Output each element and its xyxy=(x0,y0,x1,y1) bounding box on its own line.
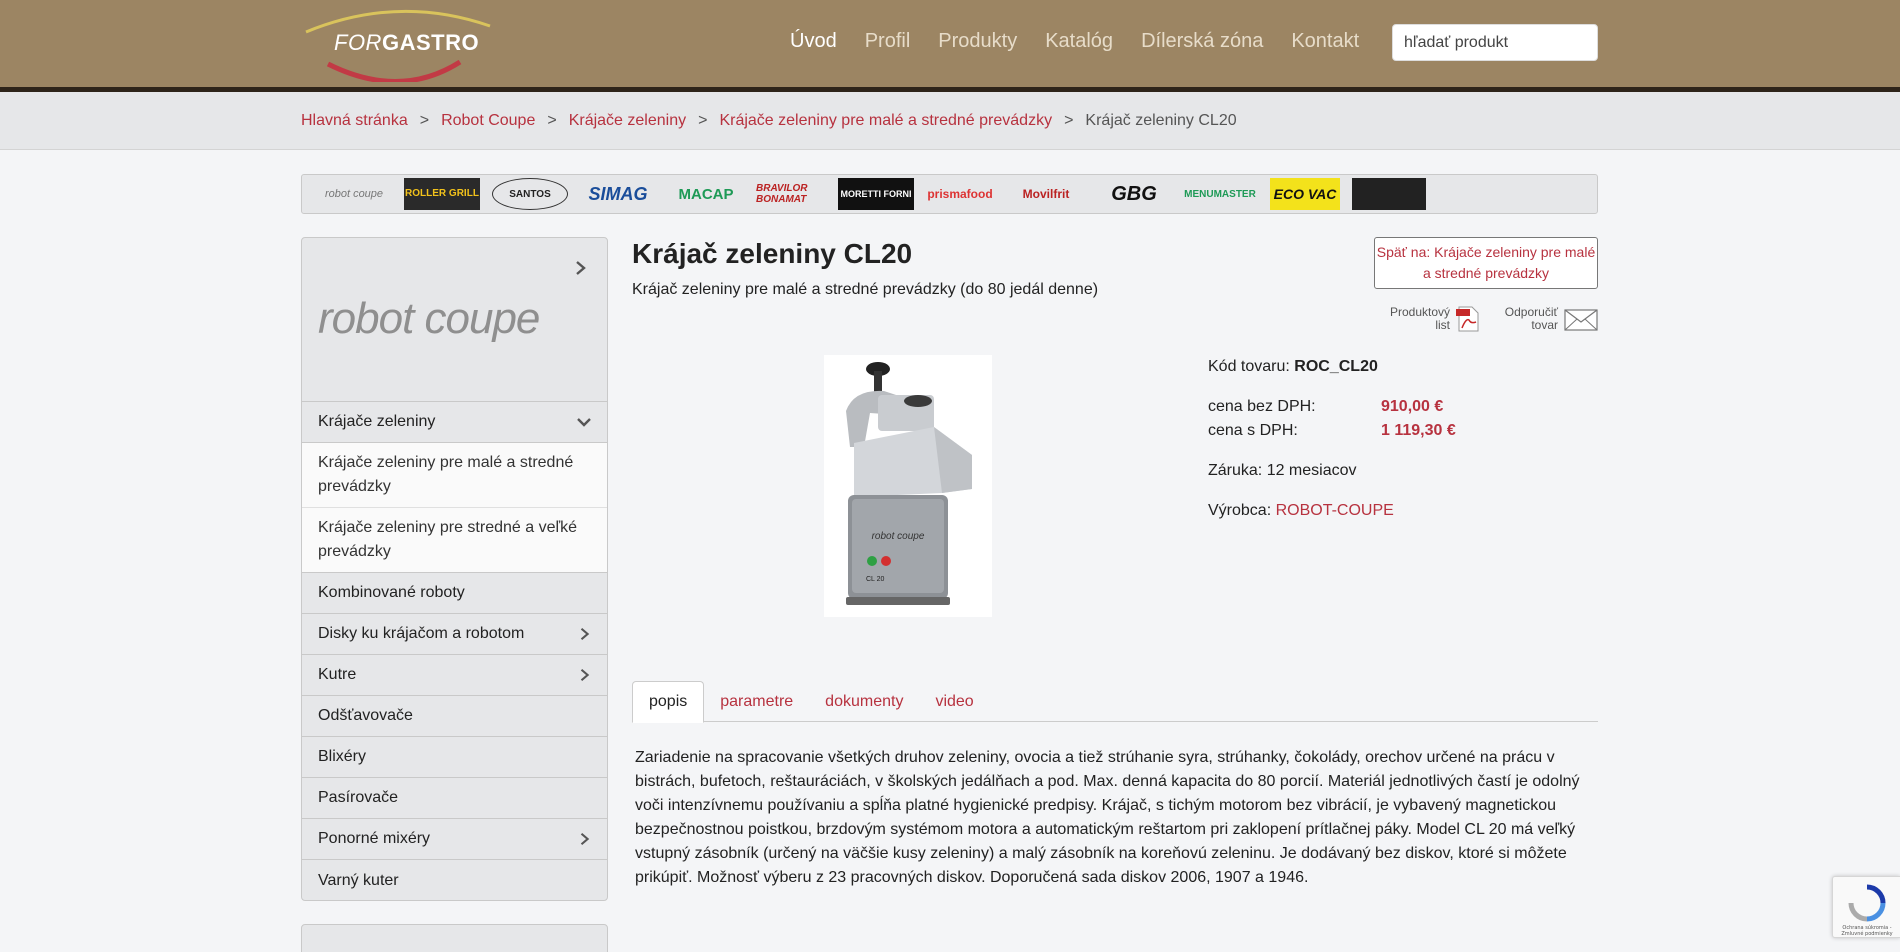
brand-ecovac[interactable]: ECO VAC xyxy=(1270,178,1340,210)
brand-robot-coupe[interactable]: robot coupe xyxy=(316,178,392,210)
sidebar-item-ponorne-mixery[interactable]: Ponorné mixéry xyxy=(302,819,607,860)
price-net-value: 910,00 € xyxy=(1381,398,1444,415)
vegetable-cutter-illustration: robot coupe CL 20 xyxy=(846,362,972,605)
nav-katalog[interactable]: Katalóg xyxy=(1045,30,1113,53)
breadcrumb-current: Krájač zeleniny CL20 xyxy=(1085,112,1237,129)
forgastro-logo[interactable]: FORGASTRO xyxy=(300,4,496,84)
breadcrumb-home[interactable]: Hlavná stránka xyxy=(301,112,408,130)
brand-bravilor[interactable]: BRAVILOR BONAMAT xyxy=(756,178,826,210)
recommend-link[interactable]: Odporučiť tovar xyxy=(1494,306,1558,332)
product-image-model: CL 20 xyxy=(866,576,885,583)
nav-dilerska-zona[interactable]: Dílerská zóna xyxy=(1141,30,1263,53)
product-image-brand: robot coupe xyxy=(872,531,925,542)
sidebar-subitem-velke[interactable]: Krájače zeleniny pre stredné a veľké pre… xyxy=(302,508,607,573)
page-title: Krájač zeleniny CL20 xyxy=(632,238,913,269)
brand-simag[interactable]: SIMAG xyxy=(580,178,656,210)
manufacturer-link[interactable]: ROBOT-COUPE xyxy=(1276,502,1394,519)
tab-video[interactable]: video xyxy=(919,681,989,722)
search-input[interactable] xyxy=(1392,24,1598,61)
chevron-down-icon xyxy=(577,418,591,427)
recaptcha-text: Ochrana súkromia - Zmluvné podmienky xyxy=(1841,925,1893,937)
product-image[interactable]: robot coupe CL 20 xyxy=(824,355,992,617)
logo-text: FORGASTRO xyxy=(334,30,480,55)
manufacturer-row: Výrobca: ROBOT-COUPE xyxy=(1208,502,1394,519)
brand-prismafood[interactable]: prismafood xyxy=(926,178,994,210)
tab-dokumenty[interactable]: dokumenty xyxy=(809,681,919,722)
sidebar-item-krajace[interactable]: Krájače zeleniny xyxy=(302,402,607,443)
sidebar-item-varny-kuter[interactable]: Varný kuter xyxy=(302,860,607,900)
price-net-label: cena bez DPH: xyxy=(1208,398,1316,415)
chevron-right-icon xyxy=(580,668,590,682)
price-gross-label: cena s DPH: xyxy=(1208,422,1298,439)
breadcrumb-krajace[interactable]: Krájače zeleniny xyxy=(569,112,686,130)
chevron-right-icon xyxy=(580,832,590,846)
sidebar-item-pasirovace[interactable]: Pasírovače xyxy=(302,778,607,819)
product-description: Zariadenie na spracovanie všetkých druho… xyxy=(635,749,1580,886)
tab-popis[interactable]: popis xyxy=(632,681,705,723)
site-header: FORGASTRO Úvod Profil Produkty Katalóg D… xyxy=(0,0,1900,92)
price-gross-value: 1 119,30 € xyxy=(1381,422,1456,439)
tab-parametre[interactable]: parametre xyxy=(704,681,809,722)
brand-other[interactable] xyxy=(1352,178,1426,210)
breadcrumb-bar: Hlavná stránka > Robot Coupe > Krájače z… xyxy=(0,92,1900,150)
nav-uvod[interactable]: Úvod xyxy=(790,30,837,53)
sidebar-item-disky[interactable]: Disky ku krájačom a robotom xyxy=(302,614,607,655)
brand-gbg[interactable]: GBG xyxy=(1098,178,1170,210)
pdf-icon[interactable] xyxy=(1456,306,1480,332)
brand-roller-grill[interactable]: ROLLER GRILL xyxy=(404,178,480,210)
sidebar-brand-logo[interactable]: robot coupe xyxy=(302,238,607,402)
brand-menumaster[interactable]: MENUMASTER xyxy=(1182,178,1258,210)
brand-movilfrit[interactable]: Movilfrit xyxy=(1006,178,1086,210)
nav-kontakt[interactable]: Kontakt xyxy=(1291,30,1359,53)
sidebar-item-kutre[interactable]: Kutre xyxy=(302,655,607,696)
breadcrumb-krajace-male[interactable]: Krájače zeleniny pre malé a stredné prev… xyxy=(719,112,1052,130)
product-sheet-link[interactable]: Produktový list xyxy=(1384,306,1450,332)
sidebar-item-blixery[interactable]: Blixéry xyxy=(302,737,607,778)
back-button[interactable]: Späť na: Krájače zeleniny pre malé a str… xyxy=(1374,237,1598,289)
brand-moretti[interactable]: MORETTI FORNI xyxy=(838,178,914,210)
category-sidebar: robot coupe Krájače zeleniny Krájače zel… xyxy=(301,237,608,901)
sidebar-subitem-male[interactable]: Krájače zeleniny pre malé a stredné prev… xyxy=(302,443,607,508)
brand-strip: robot coupe ROLLER GRILL SANTOS SIMAG MA… xyxy=(301,174,1598,214)
brand-santos[interactable]: SANTOS xyxy=(492,178,568,210)
product-tabs: popis parametre dokumenty video xyxy=(632,681,1598,723)
warranty: Záruka: 12 mesiacov xyxy=(1208,462,1357,479)
nav-produkty[interactable]: Produkty xyxy=(938,30,1017,53)
chevron-right-icon xyxy=(580,627,590,641)
main-nav: Úvod Profil Produkty Katalóg Dílerská zó… xyxy=(790,30,1387,53)
chevron-right-icon[interactable] xyxy=(575,260,587,276)
product-code: ROC_CL20 xyxy=(1294,358,1378,375)
secondary-sidebar-box xyxy=(301,924,608,952)
recaptcha-badge[interactable]: Ochrana súkromia - Zmluvné podmienky xyxy=(1832,876,1900,938)
sidebar-item-kombinovane[interactable]: Kombinované roboty xyxy=(302,573,607,614)
sidebar-item-odstavovace[interactable]: Odšťavovače xyxy=(302,696,607,737)
nav-profil[interactable]: Profil xyxy=(865,30,911,53)
product-code-row: Kód tovaru: ROC_CL20 xyxy=(1208,358,1378,375)
product-subtitle: Krájač zeleniny pre malé a stredné prevá… xyxy=(632,281,1099,298)
mail-icon[interactable] xyxy=(1564,309,1598,331)
breadcrumb: Hlavná stránka > Robot Coupe > Krájače z… xyxy=(301,112,1237,130)
brand-macap[interactable]: MACAP xyxy=(668,178,744,210)
robot-coupe-logo: robot coupe xyxy=(318,294,540,343)
recaptcha-icon xyxy=(1848,884,1886,922)
breadcrumb-robot-coupe[interactable]: Robot Coupe xyxy=(441,112,535,130)
